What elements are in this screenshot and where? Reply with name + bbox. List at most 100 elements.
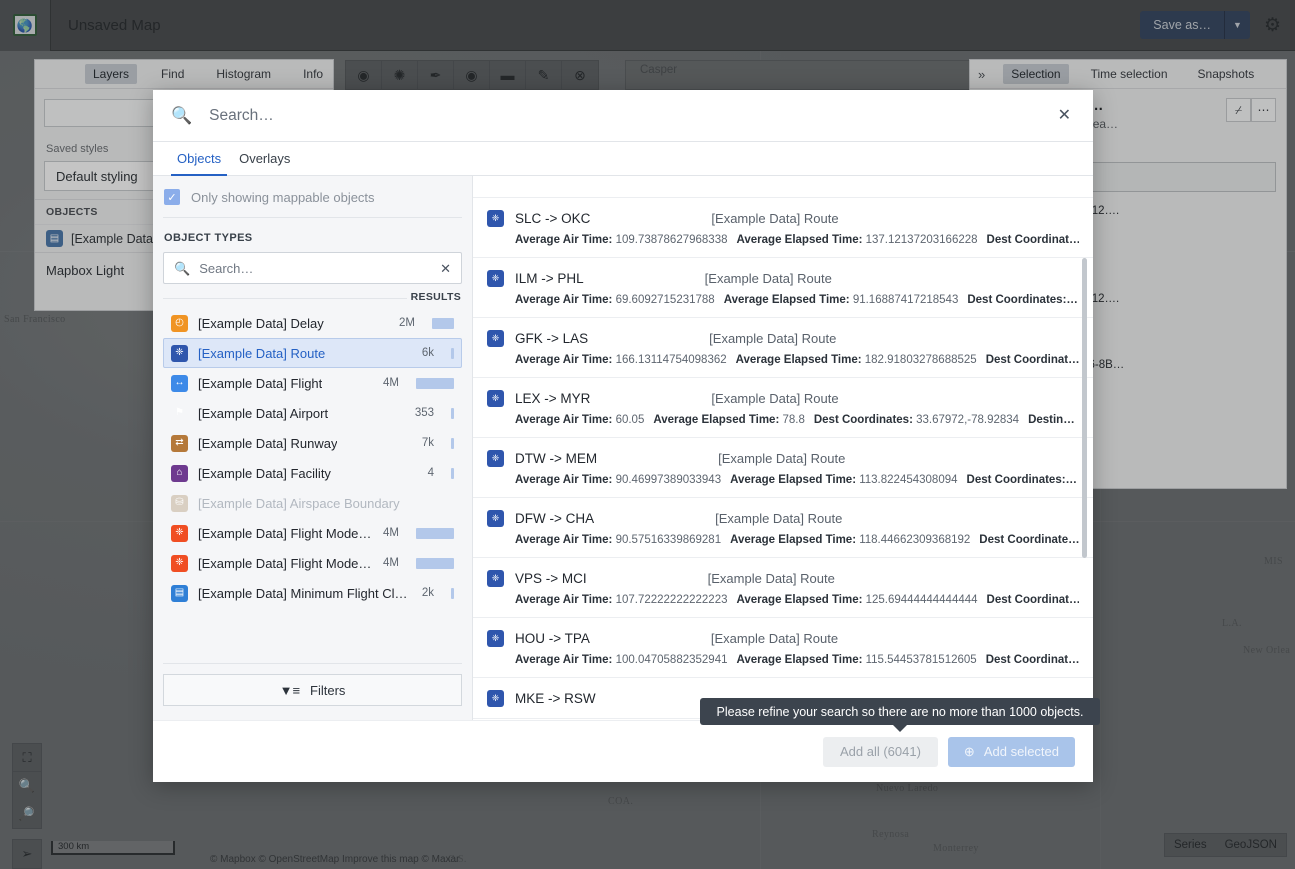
object-type-item[interactable]: ⚑ [Example Data] Airport 353 — [163, 398, 462, 428]
field-label: Average Air Time: — [515, 594, 613, 606]
search-result-type: [Example Data] Route — [710, 631, 839, 646]
object-type-count-bar — [451, 407, 454, 419]
search-results-list[interactable]: ❈ SLC -> OKC [Example Data] Route Average A… — [473, 176, 1093, 720]
object-type-item[interactable]: ↔ [Example Data] Flight 4M — [163, 368, 462, 398]
object-type-label: [Example Data] Flight — [198, 375, 323, 391]
object-type-label: [Example Data] Facility — [198, 465, 331, 481]
search-result-title: LEX -> MYR — [515, 391, 591, 406]
route-icon: ❈ — [487, 690, 504, 707]
search-result-fields: Average Air Time: 60.05 Average Elapsed T… — [487, 414, 1079, 426]
field-value: 78.8 — [779, 414, 805, 426]
object-type-icon: ⚑ — [175, 407, 184, 418]
refine-search-tooltip: Please refine your search so there are n… — [700, 698, 1100, 732]
search-result-item[interactable]: ❈ DFW -> CHA [Example Data] Route Average A… — [473, 498, 1093, 558]
filters-button[interactable]: ▼≡ Filters — [163, 674, 462, 706]
field-value: 33.67972,-78.92834 — [912, 414, 1020, 426]
search-input[interactable] — [209, 106, 1050, 125]
object-type-icon: ↔ — [171, 374, 188, 392]
object-type-label: [Example Data] Airport — [198, 405, 329, 421]
search-result-type: [Example Data] Route — [709, 331, 837, 346]
object-type-item[interactable]: ❈ [Example Data] Route 6k — [163, 338, 462, 368]
object-type-item[interactable]: ⛁ [Example Data] Airspace Boundary — [163, 488, 462, 518]
search-result-fields: Average Air Time: 100.04705882352941 Aver… — [487, 654, 1079, 666]
object-type-count-bar — [432, 317, 454, 329]
search-result-header: ❈ LEX -> MYR [Example Data] Route — [487, 390, 1079, 407]
search-result-header: ❈ DFW -> CHA [Example Data] Route — [487, 510, 1079, 527]
search-icon: 🔍 — [174, 260, 191, 276]
object-type-count: 353 — [414, 407, 434, 419]
search-result-item[interactable]: ❈ GFK -> LAS [Example Data] Route Average A… — [473, 318, 1093, 378]
search-result-header: ❈ GFK -> LAS [Example Data] Route — [487, 330, 1079, 347]
search-result-item[interactable]: ❈ SLC -> OKC [Example Data] Route Average A… — [473, 198, 1093, 258]
results-scrollbar-thumb[interactable] — [1082, 258, 1087, 558]
object-type-icon: ❈ — [171, 524, 188, 542]
field-value: 166.13114754098362 — [612, 354, 727, 366]
search-result-item[interactable]: ❈ DTW -> MEM [Example Data] Route Average A… — [473, 438, 1093, 498]
search-result-item[interactable]: ❈ VPS -> MCI [Example Data] Route Average A… — [473, 558, 1093, 618]
object-type-item[interactable]: ❈ [Example Data] Flight Model Features 4M — [163, 548, 462, 578]
tab-objects[interactable]: Objects — [171, 142, 228, 176]
object-type-item[interactable]: ⇄ [Example Data] Runway 7k — [163, 428, 462, 458]
object-type-search-input[interactable] — [199, 260, 432, 276]
search-result-fields: Average Air Time: 166.13114754098362 Aver… — [487, 354, 1079, 366]
search-result-header: ❈ HOU -> TPA [Example Data] Route — [487, 630, 1079, 647]
search-result-type: [Example Data] Route — [718, 451, 846, 466]
add-all-button[interactable]: Add all (6041) — [822, 736, 938, 767]
route-icon: ❈ — [487, 330, 504, 347]
object-type-count: 4M — [383, 557, 399, 569]
field-value: 107.72222222222223 — [612, 594, 728, 606]
add-selected-button[interactable]: ⊕ Add selected — [947, 736, 1075, 767]
search-result-title: MKE -> RSW — [515, 691, 596, 706]
clear-icon[interactable]: ✕ — [440, 262, 451, 275]
search-icon: 🔍 — [171, 106, 193, 125]
object-type-count: 2k — [421, 587, 434, 599]
search-result-item[interactable]: ❈ HOU -> TPA [Example Data] Route Average A… — [473, 618, 1093, 678]
field-value: 100.04705882352941 — [612, 654, 728, 666]
object-type-count: 4M — [383, 527, 399, 539]
route-icon: ❈ — [487, 210, 504, 227]
filters-label: Filters — [310, 682, 346, 698]
tab-overlays[interactable]: Overlays — [233, 142, 296, 175]
field-value: 113.822454308094 — [856, 474, 958, 486]
field-value: 118.44662309368192 — [856, 534, 971, 546]
object-type-item[interactable]: ▤ [Example Data] Minimum Flight Clea… 2k — [163, 578, 462, 608]
route-icon: ❈ — [487, 510, 504, 527]
object-type-item[interactable]: ❈ [Example Data] Flight Model Features 4M — [163, 518, 462, 548]
field-label: Dest Coordinates:… — [967, 294, 1078, 306]
mappable-objects-checkbox-row[interactable]: ✓ Only showing mappable objects — [163, 176, 462, 217]
field-label: Dest Coordinate… — [979, 534, 1079, 546]
object-type-label: [Example Data] Airspace Boundary — [198, 495, 400, 511]
checkbox-icon[interactable]: ✓ — [164, 189, 180, 205]
search-result-title: ILM -> PHL — [515, 271, 584, 286]
search-result-fields: Average Air Time: 109.73878627968338 Aver… — [487, 234, 1079, 246]
field-label: Average Elapsed Time: — [735, 354, 862, 366]
field-label: Average Air Time: — [515, 534, 613, 546]
route-icon: ❈ — [487, 630, 504, 647]
object-type-search[interactable]: 🔍 ✕ — [163, 252, 462, 284]
object-type-count-bar — [451, 347, 454, 359]
results-label: RESULTS — [163, 284, 462, 306]
search-result-fields: Average Air Time: 107.72222222222223 Aver… — [487, 594, 1079, 606]
object-type-count: 4M — [383, 377, 399, 389]
search-result-item[interactable]: ❈ LEX -> MYR [Example Data] Route Average A… — [473, 378, 1093, 438]
add-selected-label: Add selected — [983, 744, 1059, 759]
search-result-title: GFK -> LAS — [515, 331, 589, 346]
field-value: 90.57516339869281 — [612, 534, 722, 546]
object-type-label: [Example Data] Runway — [198, 435, 338, 451]
field-label: Average Elapsed Time: — [730, 474, 857, 486]
modal-search-bar: 🔍 ✕ — [153, 90, 1093, 142]
search-results-panel[interactable]: ❈ SLC -> OKC [Example Data] Route Average A… — [473, 176, 1093, 720]
search-result-item[interactable]: ❈ ILM -> PHL [Example Data] Route Average A… — [473, 258, 1093, 318]
modal-body: ✓ Only showing mappable objects OBJECT T… — [153, 176, 1093, 720]
mappable-objects-label: Only showing mappable objects — [191, 189, 375, 205]
plus-circle-icon: ⊕ — [963, 743, 975, 759]
field-value: 109.73878627968338 — [612, 234, 728, 246]
field-label: Average Air Time: — [515, 474, 613, 486]
results-scrollbar-track[interactable] — [1082, 176, 1090, 720]
close-icon[interactable]: ✕ — [1050, 104, 1079, 128]
field-label: Average Elapsed Time: — [736, 594, 863, 606]
object-type-count: 4 — [427, 467, 434, 479]
object-type-item[interactable]: ⌂ [Example Data] Facility 4 — [163, 458, 462, 488]
object-type-item[interactable]: ◴ [Example Data] Delay 2M — [163, 308, 462, 338]
partial-result-row — [473, 176, 1093, 198]
